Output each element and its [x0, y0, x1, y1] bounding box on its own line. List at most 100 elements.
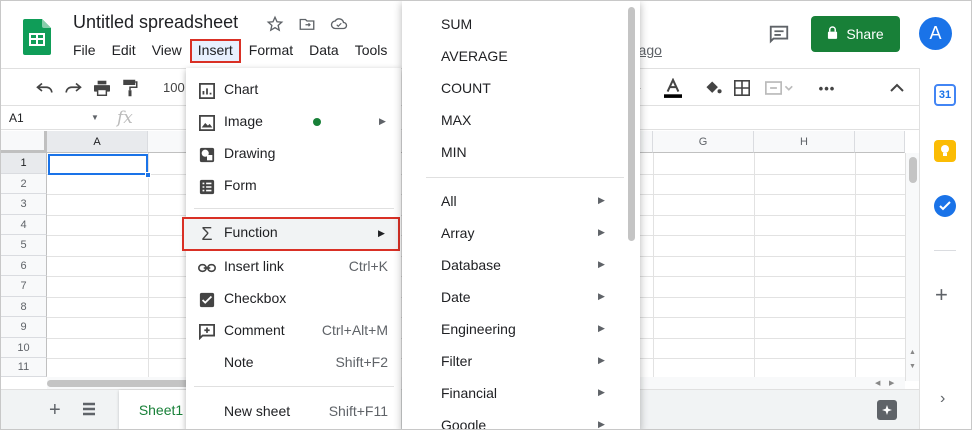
collapse-icon[interactable]: [887, 78, 907, 98]
function-category-filter[interactable]: Filter ▶: [402, 345, 640, 377]
scroll-down-arrow-icon[interactable]: ▼: [909, 363, 916, 370]
borders-icon[interactable]: [732, 78, 752, 98]
fill-color-icon[interactable]: [703, 78, 723, 98]
function-category-database[interactable]: Database ▶: [402, 249, 640, 281]
grid-line: [653, 153, 654, 381]
zoom-level[interactable]: 100: [163, 80, 185, 95]
function-category-all[interactable]: All ▶: [402, 185, 640, 217]
row-header[interactable]: 3: [1, 194, 47, 215]
function-category-financial[interactable]: Financial ▶: [402, 377, 640, 409]
row-header[interactable]: 8: [1, 297, 47, 317]
star-icon[interactable]: [265, 14, 285, 34]
menu-item-note[interactable]: Note Shift+F2: [186, 347, 401, 379]
menu-item-shortcut: Ctrl+Alt+M: [321, 322, 388, 338]
vertical-scroll-thumb[interactable]: [909, 157, 917, 183]
menu-item-new-sheet[interactable]: New sheet Shift+F11: [186, 396, 401, 428]
add-addon-icon[interactable]: +: [935, 282, 948, 308]
undo-icon[interactable]: [35, 78, 55, 98]
menu-file[interactable]: File: [65, 39, 104, 63]
menu-item-checkbox[interactable]: Checkbox: [186, 283, 401, 315]
function-item-average[interactable]: AVERAGE: [402, 40, 640, 72]
function-item-sum[interactable]: SUM: [402, 8, 640, 40]
title-actions: [265, 14, 349, 34]
row-header[interactable]: 6: [1, 256, 47, 276]
menu-item-shortcut: Ctrl+K: [348, 258, 388, 274]
name-box-dropdown-icon[interactable]: ▼: [91, 113, 99, 122]
menu-item-form[interactable]: Form: [186, 170, 401, 202]
redo-icon[interactable]: [63, 78, 83, 98]
menu-insert[interactable]: Insert: [189, 39, 241, 63]
column-header-a[interactable]: A: [47, 131, 148, 153]
fill-handle[interactable]: [145, 172, 151, 178]
text-color-icon[interactable]: [663, 78, 683, 98]
calendar-icon[interactable]: 31: [934, 84, 956, 106]
fx-icon: fx: [117, 108, 133, 128]
function-category-array[interactable]: Array ▶: [402, 217, 640, 249]
menu-item-label: Checkbox: [224, 290, 287, 306]
paint-format-icon[interactable]: [120, 78, 140, 98]
row-header[interactable]: 1: [1, 153, 47, 174]
row-header[interactable]: 4: [1, 215, 47, 235]
account-avatar[interactable]: A: [919, 17, 952, 50]
all-sheets-icon[interactable]: [81, 402, 97, 418]
column-header-g[interactable]: G: [653, 131, 754, 153]
more-icon[interactable]: •••: [817, 78, 837, 98]
select-all-corner[interactable]: [1, 131, 47, 153]
selected-cell-a1[interactable]: [48, 154, 148, 175]
tasks-icon[interactable]: [934, 195, 956, 217]
function-category-date[interactable]: Date ▶: [402, 281, 640, 313]
merge-cells-icon[interactable]: [763, 78, 801, 98]
row-header[interactable]: 5: [1, 235, 47, 256]
row-header[interactable]: 10: [1, 338, 47, 358]
drawing-icon: [198, 146, 216, 164]
share-button[interactable]: Share: [811, 16, 900, 52]
menu-view[interactable]: View: [144, 39, 190, 63]
menu-item-drawing[interactable]: Drawing: [186, 138, 401, 170]
submenu-arrow-icon: ▶: [598, 291, 605, 301]
row-header[interactable]: 11: [1, 358, 47, 377]
row-header[interactable]: 7: [1, 276, 47, 297]
cloud-status-icon[interactable]: [329, 14, 349, 34]
print-icon[interactable]: [92, 78, 112, 98]
checkbox-icon: [198, 291, 216, 309]
submenu-arrow-icon: ▶: [598, 387, 605, 397]
menu-item-insert-link[interactable]: Insert link Ctrl+K: [186, 251, 401, 283]
menu-item-shortcut: Shift+F11: [328, 403, 388, 419]
function-item-count[interactable]: COUNT: [402, 72, 640, 104]
side-panel-divider: [934, 250, 956, 251]
menu-tools[interactable]: Tools: [347, 39, 396, 63]
column-header-h[interactable]: H: [754, 131, 855, 153]
sheets-logo-icon[interactable]: [23, 19, 51, 55]
add-sheet-button[interactable]: +: [49, 399, 61, 422]
name-box[interactable]: A1: [9, 111, 24, 125]
column-header-i[interactable]: [855, 131, 905, 153]
row-header[interactable]: 9: [1, 317, 47, 338]
image-icon: [198, 114, 216, 132]
expand-icon[interactable]: ›: [940, 390, 945, 408]
document-title[interactable]: Untitled spreadsheet: [73, 12, 238, 33]
spreadsheet-app: Untitled spreadsheet File Edit View Inse…: [0, 0, 972, 430]
function-item-max[interactable]: MAX: [402, 104, 640, 136]
function-category-google[interactable]: Google ▶: [402, 409, 640, 429]
chart-icon: [198, 82, 216, 100]
menu-edit[interactable]: Edit: [104, 39, 144, 63]
submenu-arrow-icon: ▶: [598, 419, 605, 429]
explore-icon[interactable]: [877, 400, 897, 420]
scroll-right-arrow-icon[interactable]: ▶: [889, 379, 894, 387]
function-item-min[interactable]: MIN: [402, 136, 640, 168]
menu-item-chart[interactable]: Chart: [186, 74, 401, 106]
move-folder-icon[interactable]: [297, 14, 317, 34]
keep-icon[interactable]: [934, 140, 956, 162]
form-icon: [198, 178, 216, 196]
menu-item-image[interactable]: Image ▶: [186, 106, 401, 138]
menu-item-function[interactable]: Σ Function ▶: [182, 217, 400, 251]
vertical-scrollbar[interactable]: ▲ ▼: [905, 153, 919, 381]
comment-history-icon[interactable]: [768, 23, 790, 45]
menu-format[interactable]: Format: [241, 39, 301, 63]
function-category-engineering[interactable]: Engineering ▶: [402, 313, 640, 345]
menu-item-comment[interactable]: Comment Ctrl+Alt+M: [186, 315, 401, 347]
scroll-up-arrow-icon[interactable]: ▲: [909, 349, 916, 356]
menu-data[interactable]: Data: [301, 39, 347, 63]
row-header[interactable]: 2: [1, 174, 47, 194]
scroll-left-arrow-icon[interactable]: ◀: [875, 379, 880, 387]
